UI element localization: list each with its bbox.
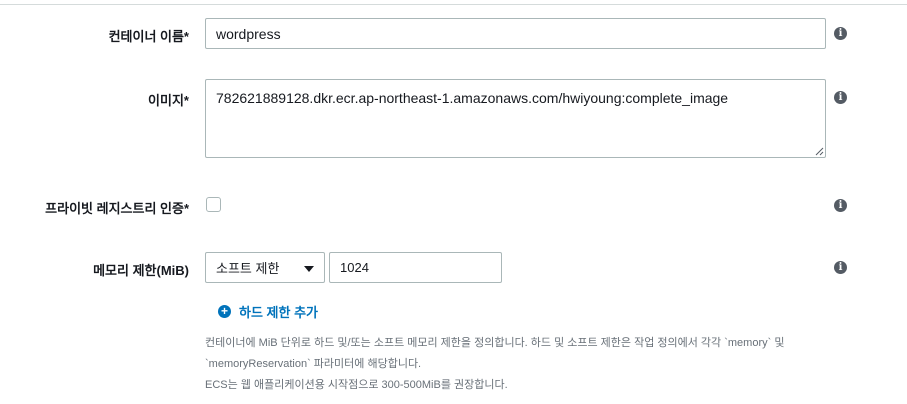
private-registry-checkbox[interactable] bbox=[206, 197, 221, 212]
private-registry-label: 프라이빗 레지스트리 인증* bbox=[45, 201, 189, 216]
memory-limit-label: 메모리 제한(MiB) bbox=[93, 263, 189, 278]
plus-circle-icon: + bbox=[218, 305, 231, 318]
info-icon[interactable]: i bbox=[834, 261, 847, 274]
add-hard-limit-link[interactable]: + 하드 제한 추가 bbox=[218, 302, 318, 321]
container-name-input[interactable]: wordpress bbox=[205, 18, 826, 49]
info-icon[interactable]: i bbox=[834, 91, 847, 104]
image-label: 이미지* bbox=[148, 93, 189, 108]
caret-down-icon bbox=[304, 266, 314, 272]
memory-limit-input[interactable]: 1024 bbox=[329, 252, 502, 283]
info-icon[interactable]: i bbox=[834, 199, 847, 212]
memory-help-text: `memoryReservation` 파라미터에 해당합니다. bbox=[205, 358, 422, 370]
add-hard-limit-label: 하드 제한 추가 bbox=[239, 305, 318, 320]
info-icon[interactable]: i bbox=[834, 27, 847, 40]
section-divider bbox=[0, 4, 907, 5]
memory-limit-type-value: 소프트 제한 bbox=[216, 261, 280, 276]
memory-help-text: 컨테이너에 MiB 단위로 하드 및/또는 소프트 메모리 제한을 정의합니다.… bbox=[205, 337, 785, 349]
image-textarea[interactable]: 782621889128.dkr.ecr.ap-northeast-1.amaz… bbox=[205, 79, 826, 158]
memory-limit-type-select[interactable]: 소프트 제한 bbox=[205, 252, 325, 283]
image-value: 782621889128.dkr.ecr.ap-northeast-1.amaz… bbox=[216, 90, 729, 106]
memory-help-text: ECS는 웹 애플리케이션용 시작점으로 300-500MiB를 권장합니다. bbox=[205, 379, 508, 391]
resize-handle-icon[interactable] bbox=[815, 147, 824, 156]
container-name-label: 컨테이너 이름* bbox=[108, 29, 189, 44]
